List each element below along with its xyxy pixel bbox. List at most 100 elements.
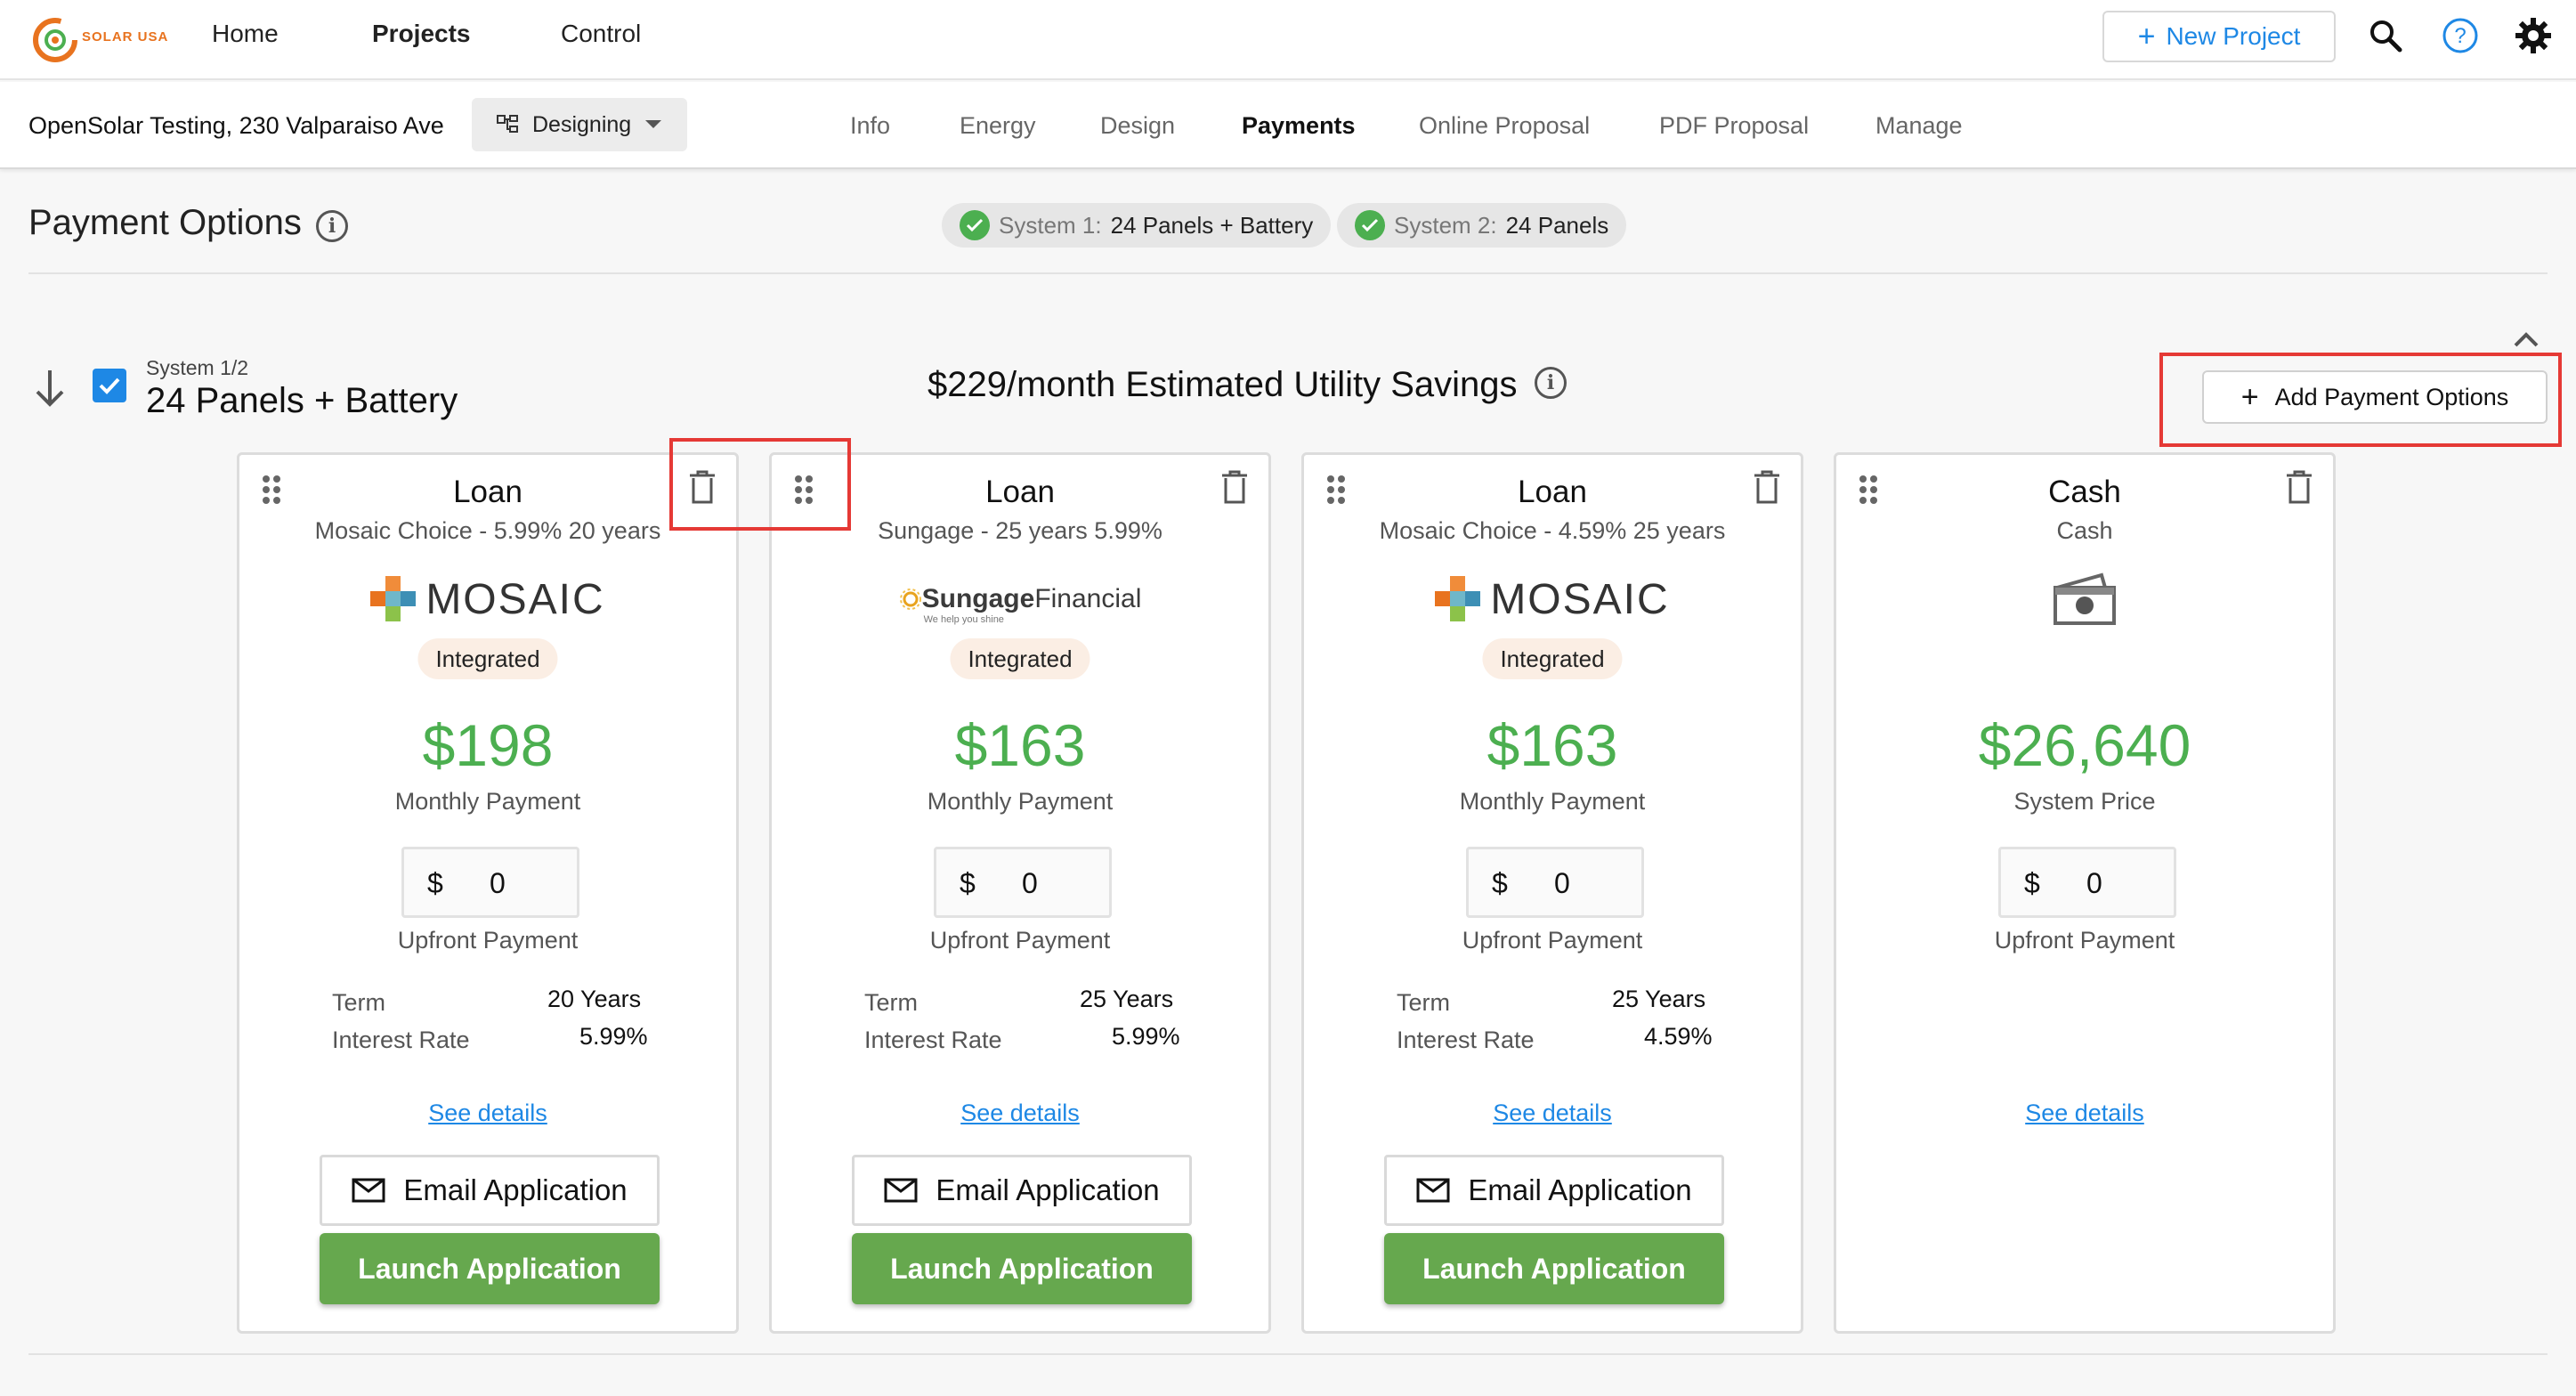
mail-icon [1416, 1178, 1450, 1203]
add-payment-options-label: Add Payment Options [2274, 383, 2509, 410]
system-index: System 1/2 [146, 356, 249, 379]
new-project-button[interactable]: + New Project [2102, 11, 2336, 62]
chevron-up-icon[interactable] [2508, 328, 2544, 351]
project-address: OpenSolar Testing, 230 Valparaiso Ave [28, 112, 444, 139]
arrow-down-icon[interactable] [32, 367, 68, 410]
system-checkbox[interactable] [93, 369, 126, 402]
info-icon[interactable]: i [316, 210, 348, 242]
launch-application-button[interactable]: Launch Application [852, 1233, 1192, 1304]
launch-application-button[interactable]: Launch Application [320, 1233, 660, 1304]
upfront-value: 0 [490, 867, 506, 899]
system-chip-2[interactable]: System 2: 24 Panels [1337, 203, 1627, 248]
card-title: Loan [985, 475, 1055, 509]
help-icon[interactable]: ? [2437, 12, 2483, 59]
divider [28, 272, 2548, 274]
add-payment-options-button[interactable]: + Add Payment Options [2202, 370, 2548, 424]
tab-online-proposal[interactable]: Online Proposal [1419, 112, 1590, 140]
term-label: Term [332, 989, 385, 1016]
payment-amount: $163 [954, 712, 1086, 778]
see-details-link[interactable]: See details [1304, 1100, 1801, 1127]
top-navbar: SOLAR USA Home Projects Control + New Pr… [0, 0, 2576, 80]
email-application-label: Email Application [936, 1173, 1160, 1206]
upfront-value: 0 [2086, 867, 2102, 899]
payment-amount: $163 [1486, 712, 1618, 778]
email-application-label: Email Application [1468, 1173, 1692, 1206]
launch-application-button[interactable]: Launch Application [1384, 1233, 1724, 1304]
payment-amount: $198 [422, 712, 554, 778]
mosaic-mark-icon [370, 576, 417, 621]
upfront-label: Upfront Payment [397, 927, 579, 954]
solar-usa-logo[interactable] [30, 12, 87, 69]
upfront-payment-input[interactable]: $ 0 [1998, 847, 2176, 918]
payment-amount-label: Monthly Payment [1459, 788, 1646, 815]
nav-home[interactable]: Home [212, 20, 279, 48]
check-circle-icon [960, 210, 990, 240]
info-icon[interactable]: i [1535, 367, 1567, 399]
see-details-link[interactable]: See details [772, 1100, 1268, 1127]
term-value: 25 Years [1612, 986, 1706, 1012]
tab-design[interactable]: Design [1100, 112, 1175, 140]
system-name: 24 Panels + Battery [146, 381, 458, 420]
system-chip-1[interactable]: System 1: 24 Panels + Battery [942, 203, 1332, 248]
mail-icon [352, 1178, 385, 1203]
logo-wordmark: MOSAIC [425, 575, 605, 623]
email-application-button[interactable]: Email Application [320, 1155, 660, 1226]
new-project-label: New Project [2166, 22, 2301, 50]
plus-icon: + [2240, 380, 2259, 414]
mosaic-mark-icon [1435, 576, 1481, 621]
upfront-label: Upfront Payment [1994, 927, 2175, 954]
interest-rate-value: 5.99% [579, 1023, 648, 1050]
card-subtitle: Mosaic Choice - 5.99% 20 years [314, 517, 661, 544]
check-circle-icon [1355, 210, 1385, 240]
system-price-amount: $26,640 [1978, 712, 2191, 778]
card-title: Loan [1518, 475, 1587, 509]
nav-control[interactable]: Control [561, 20, 641, 48]
card-subtitle: Sungage - 25 years 5.99% [878, 517, 1162, 544]
see-details-link[interactable]: See details [239, 1100, 736, 1127]
card-title: Cash [2048, 475, 2121, 509]
interest-rate-label: Interest Rate [1397, 1027, 1535, 1053]
page-title: Payment Options [28, 203, 302, 242]
upfront-payment-input[interactable]: $ 0 [1466, 847, 1644, 918]
workflow-icon [497, 115, 518, 133]
sungage-logo: Sungage Financial We help you shine [772, 571, 1268, 628]
email-application-button[interactable]: Email Application [1384, 1155, 1724, 1226]
tab-energy[interactable]: Energy [960, 112, 1036, 140]
term-label: Term [1397, 989, 1450, 1016]
upfront-payment-input[interactable]: $ 0 [401, 847, 579, 918]
utility-savings: $229/month Estimated Utility Savings [928, 365, 1518, 404]
divider [28, 1353, 2548, 1355]
mosaic-logo: MOSAIC [239, 571, 736, 628]
tab-pdf-proposal[interactable]: PDF Proposal [1659, 112, 1809, 140]
project-bar: OpenSolar Testing, 230 Valparaiso Ave De… [0, 82, 2576, 169]
plus-icon: + [2137, 20, 2156, 53]
logo-wordmark-suffix: Financial [1034, 584, 1142, 613]
tab-manage[interactable]: Manage [1875, 112, 1963, 140]
currency-symbol: $ [960, 867, 976, 899]
upfront-label: Upfront Payment [929, 927, 1111, 954]
currency-symbol: $ [1492, 867, 1508, 899]
tab-info[interactable]: Info [850, 112, 890, 140]
email-application-button[interactable]: Email Application [852, 1155, 1192, 1226]
project-status-dropdown[interactable]: Designing [472, 98, 687, 151]
sun-icon [899, 588, 921, 610]
project-status-label: Designing [532, 111, 632, 137]
logo-text: SOLAR USA [82, 29, 169, 45]
interest-rate-value: 4.59% [1644, 1023, 1713, 1050]
upfront-label: Upfront Payment [1462, 927, 1643, 954]
see-details-link[interactable]: See details [1836, 1100, 2333, 1127]
tab-payments[interactable]: Payments [1242, 112, 1356, 140]
term-value: 25 Years [1080, 986, 1174, 1012]
system-chip-label: System 1: [999, 211, 1102, 239]
gear-icon[interactable] [2510, 12, 2556, 59]
upfront-payment-input[interactable]: $ 0 [934, 847, 1112, 918]
logo-wordmark: Sungage [921, 584, 1035, 613]
search-icon[interactable] [2362, 12, 2409, 59]
payment-option-card: Cash Cash $26,640 System Price $ 0 Upfro… [1834, 452, 2336, 1334]
caret-down-icon [645, 120, 662, 128]
nav-projects[interactable]: Projects [372, 20, 471, 48]
card-title: Loan [453, 475, 522, 509]
upfront-value: 0 [1554, 867, 1570, 899]
integrated-badge: Integrated [950, 638, 1090, 679]
term-value: 20 Years [547, 986, 642, 1012]
